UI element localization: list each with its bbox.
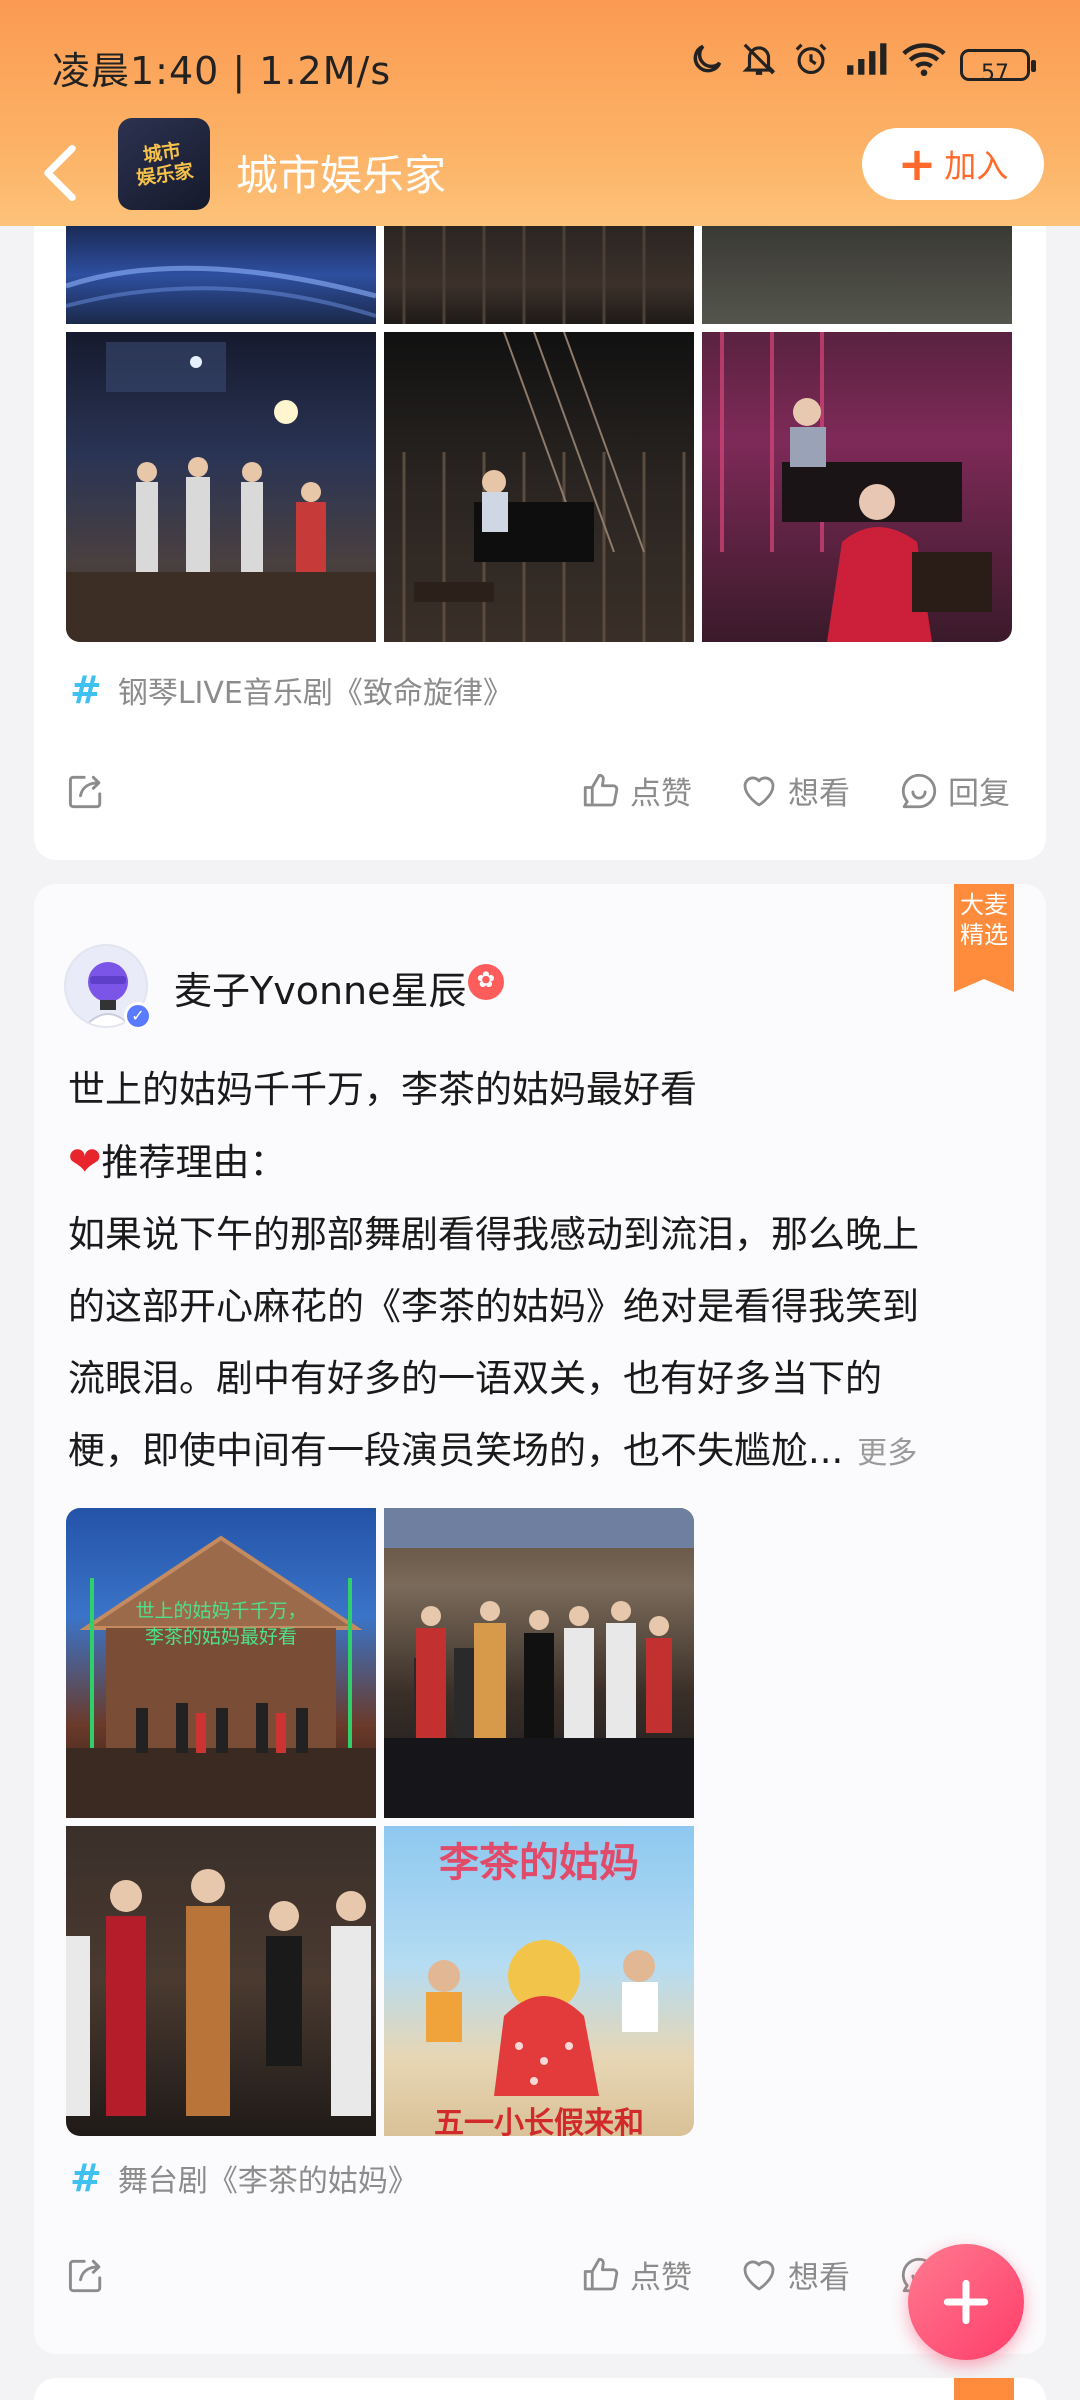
post-photo[interactable] xyxy=(384,332,694,642)
thumbs-up-icon xyxy=(583,2257,619,2290)
post-card xyxy=(34,2378,1046,2400)
create-post-button[interactable] xyxy=(908,2244,1024,2360)
post-title-line: 世上的姑妈千千万，李茶的姑妈最好看 xyxy=(68,1068,697,1111)
post-photo[interactable]: 世上的姑妈千千万， 李茶的姑妈最好看 xyxy=(66,1508,376,1818)
back-button[interactable] xyxy=(30,138,90,208)
photo-caption: 世上的姑妈千千万， 李茶的姑妈最好看 xyxy=(135,1600,307,1648)
share-icon[interactable] xyxy=(64,770,108,814)
post-photo[interactable] xyxy=(384,226,694,324)
topic-tag[interactable]: # 舞台剧《李茶的姑妈》 xyxy=(70,2156,418,2200)
post-photo[interactable] xyxy=(702,226,1012,324)
like-button[interactable]: 点赞 xyxy=(580,768,692,813)
reason-line: ❤推荐理由： xyxy=(68,1139,287,1185)
want-label: 想看 xyxy=(788,2260,850,2296)
share-icon[interactable] xyxy=(64,2254,108,2298)
comment-icon xyxy=(901,773,937,808)
page-title: 城市娱乐家 xyxy=(236,151,447,200)
post-photo[interactable] xyxy=(66,226,376,324)
topic-label: 舞台剧《李茶的姑妈》 xyxy=(117,2164,418,2199)
group-avatar[interactable]: 城市 娱乐家 xyxy=(118,118,210,210)
like-label: 点赞 xyxy=(630,2260,692,2296)
editor-pick-ribbon: 大麦 精选 xyxy=(954,884,1014,992)
more-link[interactable]: 更多 xyxy=(857,1436,917,1471)
top-bar: 凌晨1:40 | 1.2M/s 57 城市 娱乐家 城市娱乐家 + 加入 xyxy=(0,0,1080,226)
body-line: 的这部开心麻花的《李茶的姑妈》绝对是看得我笑到 xyxy=(68,1285,919,1328)
post-photo[interactable] xyxy=(66,1826,376,2136)
post-photo[interactable] xyxy=(384,1508,694,1818)
join-button[interactable]: + 加入 xyxy=(862,128,1044,200)
hash-icon: # xyxy=(70,2156,102,2200)
want-button[interactable]: 想看 xyxy=(738,2252,850,2297)
nav-bar: 城市 娱乐家 城市娱乐家 + 加入 xyxy=(0,118,1080,226)
heart-icon xyxy=(743,776,775,806)
status-icons: 57 xyxy=(688,40,1036,89)
post-card: # 钢琴LIVE音乐剧《致命旋律》 点赞 想看 回复 xyxy=(34,170,1046,860)
alarm-icon xyxy=(792,40,830,89)
hash-icon: # xyxy=(70,668,102,712)
want-label: 想看 xyxy=(788,776,850,812)
post-photo[interactable] xyxy=(702,332,1012,642)
battery-indicator: 57 xyxy=(960,48,1036,86)
plus-icon xyxy=(943,2279,989,2325)
status-time: 凌晨1:40 | 1.2M/s xyxy=(52,49,392,93)
topic-tag[interactable]: # 钢琴LIVE音乐剧《致命旋律》 xyxy=(70,668,513,712)
post-action-bar: 点赞 想看 回复 xyxy=(34,2246,1046,2306)
topic-label: 钢琴LIVE音乐剧《致命旋律》 xyxy=(117,676,513,711)
body-line-last: 梗，即使中间有一段演员笑场的，也不失尴尬... 更多 xyxy=(68,1429,918,1472)
post-card: 大麦 精选 ✓ 麦子Yvonne星辰 ✿ 世上的姑妈千千万，李茶的姑妈最好看 ❤… xyxy=(34,884,1046,2354)
like-label: 点赞 xyxy=(630,776,692,812)
reply-label: 回复 xyxy=(948,776,1010,812)
post-photo[interactable] xyxy=(66,332,376,642)
moon-icon xyxy=(688,40,726,89)
thumbs-up-icon xyxy=(583,773,619,806)
join-label: 加入 xyxy=(944,147,1009,185)
flower-badge-icon: ✿ xyxy=(468,964,504,1000)
post-action-bar: 点赞 想看 回复 xyxy=(34,762,1046,822)
chevron-left-icon xyxy=(44,145,76,201)
poster-subtitle: 五一小长假来和 xyxy=(434,2106,644,2136)
wifi-icon xyxy=(902,40,946,89)
editor-pick-ribbon xyxy=(954,2378,1014,2400)
like-button[interactable]: 点赞 xyxy=(580,2252,692,2297)
plus-icon: + xyxy=(897,137,937,191)
verified-badge-icon: ✓ xyxy=(124,1002,152,1030)
body-line: 如果说下午的那部舞剧看得我感动到流泪，那么晚上 xyxy=(68,1213,919,1256)
red-heart-icon: ❤ xyxy=(68,1139,102,1185)
username[interactable]: 麦子Yvonne星辰 xyxy=(174,960,467,1015)
post-photo[interactable]: 李茶的姑妈 五一小长假来和 xyxy=(384,1826,694,2136)
body-line: 流眼泪。剧中有好多的一语双关，也有好多当下的 xyxy=(68,1357,882,1400)
status-bar: 凌晨1:40 | 1.2M/s 57 xyxy=(0,0,1080,130)
group-logo: 城市 娱乐家 xyxy=(135,139,196,190)
poster-title: 李茶的姑妈 xyxy=(439,1840,639,1886)
post-body[interactable]: 世上的姑妈千千万，李茶的姑妈最好看 ❤推荐理由： 如果说下午的那部舞剧看得我感动… xyxy=(68,1054,1018,1490)
heart-icon xyxy=(743,2260,775,2290)
reply-button[interactable]: 回复 xyxy=(898,768,1010,813)
want-button[interactable]: 想看 xyxy=(738,768,850,813)
mute-bell-icon xyxy=(740,40,778,89)
signal-icon xyxy=(844,40,888,89)
